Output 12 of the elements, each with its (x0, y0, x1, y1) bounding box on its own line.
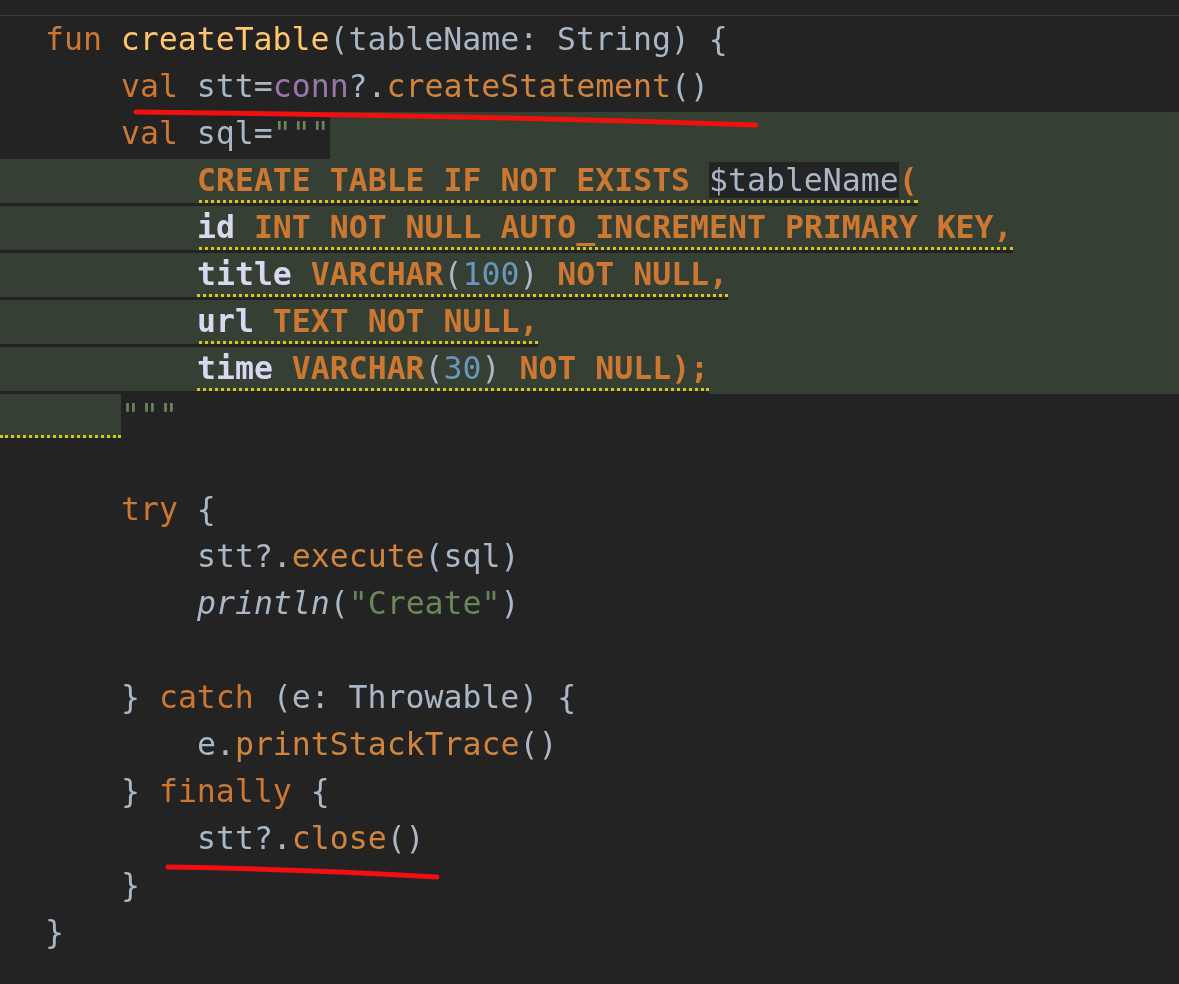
code-line: e.printStackTrace() (196, 724, 558, 764)
code-line: } (120, 865, 140, 905)
code-line: } (44, 912, 64, 952)
code-line: fun createTable(tableName: String) { (44, 19, 728, 59)
code-line: stt?.execute(sql) (196, 536, 520, 576)
code-line: val stt=conn?.createStatement() (120, 66, 709, 106)
code-line: println("Create") (196, 583, 520, 623)
code-line: stt?.close() (196, 818, 425, 858)
code-line: val sql=""" (120, 113, 330, 153)
code-line: try { (120, 489, 216, 529)
code-line: } finally { (120, 771, 330, 811)
code-line: } catch (e: Throwable) { (120, 677, 577, 717)
